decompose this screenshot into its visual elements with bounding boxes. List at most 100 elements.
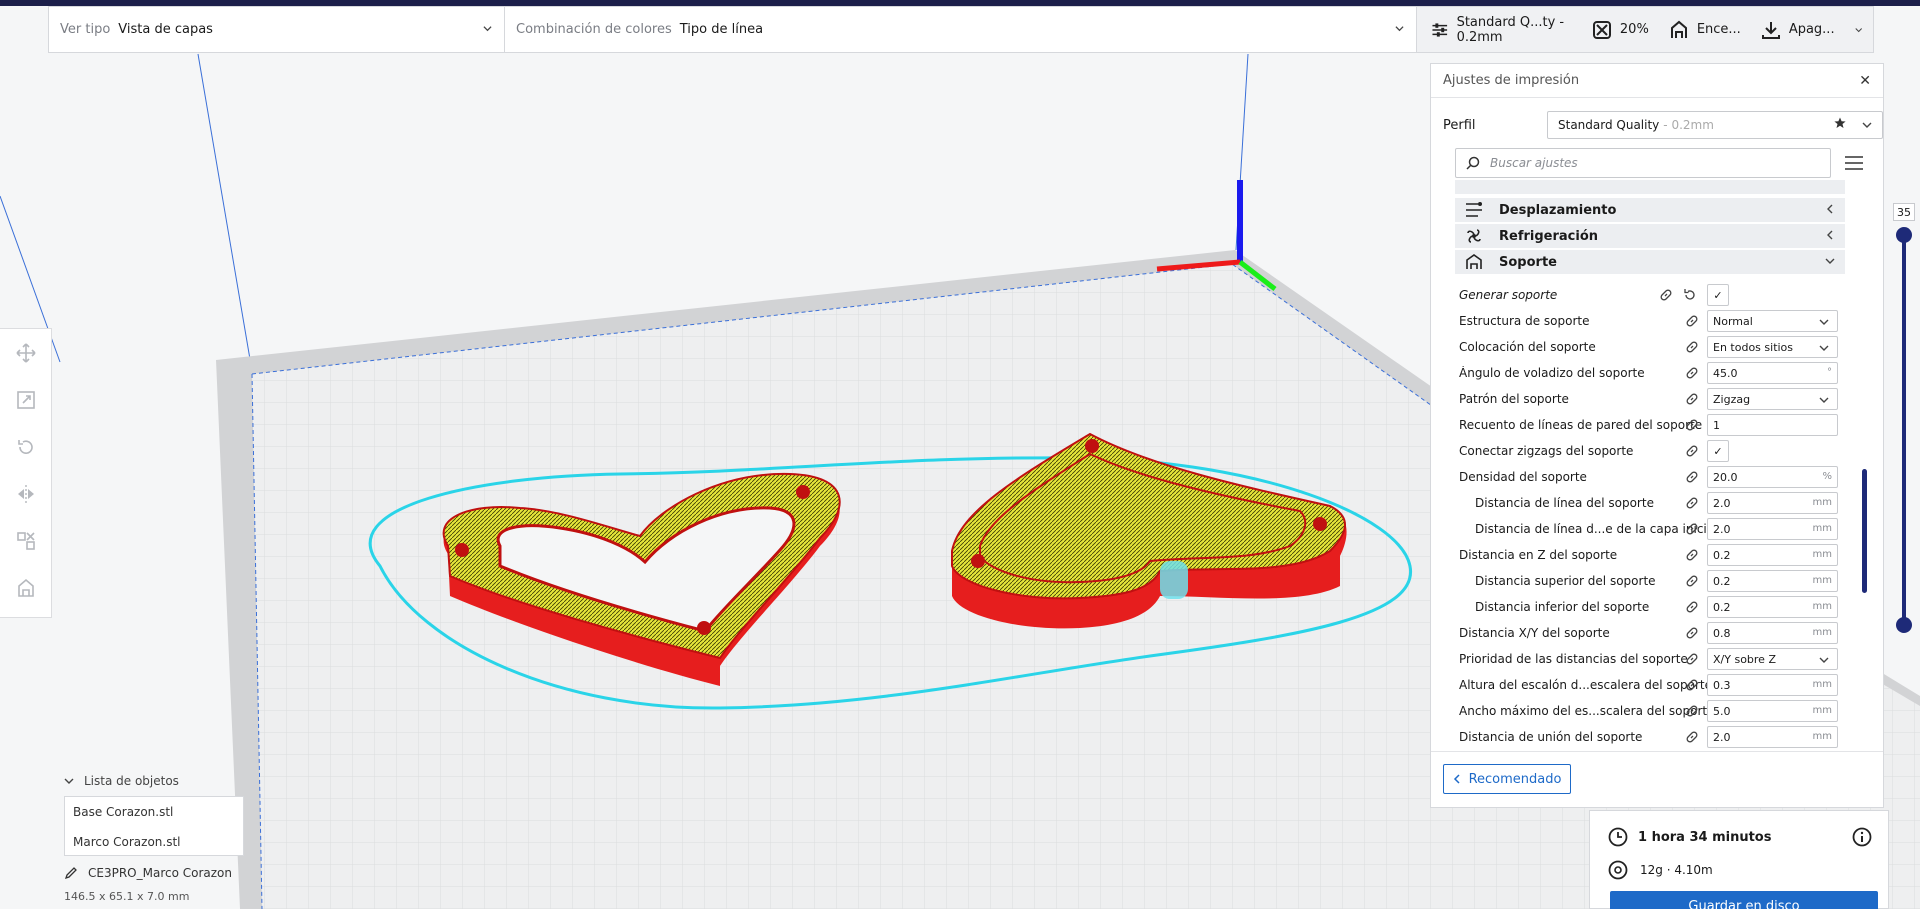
setting-input[interactable]: 1 xyxy=(1707,414,1838,436)
close-icon[interactable]: ✕ xyxy=(1859,73,1871,89)
setting-input[interactable]: 20.0% xyxy=(1707,466,1838,488)
print-settings-panel: Ajustes de impresión ✕ Perfil Standard Q… xyxy=(1430,63,1884,808)
material-usage: 12g · 4.10m xyxy=(1640,863,1713,877)
view-type-dropdown[interactable]: Ver tipo Vista de capas xyxy=(49,7,505,52)
category-support[interactable]: Soporte xyxy=(1455,250,1845,274)
setting-row: Patrón del soporte Zigzag xyxy=(1459,386,1845,412)
setting-dropdown[interactable]: Normal xyxy=(1707,310,1838,332)
link-icon xyxy=(1686,419,1698,431)
save-to-disk-button[interactable]: Guardar en disco xyxy=(1610,891,1878,909)
setting-unit: mm xyxy=(1812,731,1832,742)
chevron-down-icon xyxy=(1862,122,1872,128)
pencil-icon xyxy=(64,867,77,880)
category-cooling[interactable]: Refrigeración xyxy=(1455,224,1845,248)
rotate-tool-button[interactable] xyxy=(14,435,38,459)
profile-value: Standard Quality xyxy=(1558,118,1660,132)
job-name[interactable]: CE3PRO_Marco Corazon xyxy=(64,866,232,880)
settings-menu-icon[interactable] xyxy=(1845,155,1863,171)
chevron-down-icon xyxy=(1819,657,1829,663)
travel-icon xyxy=(1466,202,1482,217)
search-settings-field[interactable]: Buscar ajustes xyxy=(1455,148,1831,178)
fan-icon xyxy=(1467,229,1481,243)
setting-input[interactable]: 0.2 mm xyxy=(1707,596,1838,618)
link-icon xyxy=(1686,549,1698,561)
setting-row: Distancia superior del soporte 0.2 mm xyxy=(1459,568,1845,594)
setting-unit: mm xyxy=(1812,575,1832,586)
layer-slider-track[interactable] xyxy=(1902,235,1906,625)
setting-label: Conectar zigzags del soporte xyxy=(1459,444,1634,458)
chevron-down-icon xyxy=(483,26,492,32)
setting-unit: mm xyxy=(1812,549,1832,560)
setting-input[interactable]: 2.0 mm xyxy=(1707,726,1838,748)
view-type-value: Vista de capas xyxy=(118,22,213,37)
link-icon xyxy=(1686,341,1698,353)
setting-input[interactable]: 45.0 ° xyxy=(1707,362,1838,384)
checkbox[interactable]: ✓ xyxy=(1707,284,1729,306)
job-name-text: CE3PRO_Marco Corazon xyxy=(88,866,232,880)
object-list: Lista de objetos Base Corazon.stl Marco … xyxy=(64,774,244,856)
category-label: Soporte xyxy=(1499,254,1557,270)
print-time-row: 1 hora 34 minutos xyxy=(1608,827,1771,847)
link-icon xyxy=(1686,445,1698,457)
setting-unit: mm xyxy=(1812,523,1832,534)
layer-slider: 35 xyxy=(1893,203,1915,633)
support-summary: Apag... xyxy=(1788,22,1835,37)
category-speed-partial[interactable] xyxy=(1455,180,1845,194)
chevron-down-icon xyxy=(1825,258,1835,264)
setting-input[interactable]: 0.2 mm xyxy=(1707,570,1838,592)
setting-row: Colocación del soporte En todos sitios xyxy=(1459,334,1845,360)
profile-dropdown[interactable]: Standard Quality - 0.2mm xyxy=(1547,111,1883,139)
per-model-icon xyxy=(16,532,35,550)
per-model-settings-button[interactable] xyxy=(14,529,38,553)
scale-tool-button[interactable] xyxy=(14,388,38,412)
setting-input[interactable]: 2.0 mm xyxy=(1707,518,1838,540)
setting-input[interactable]: 0.2 mm xyxy=(1707,544,1838,566)
clock-icon xyxy=(1608,827,1628,847)
link-icon xyxy=(1686,705,1698,717)
spool-icon xyxy=(1608,860,1628,880)
list-item[interactable]: Base Corazon.stl xyxy=(65,797,243,827)
object-list-toggle[interactable]: Lista de objetos xyxy=(64,774,179,788)
checkbox[interactable]: ✓ xyxy=(1707,440,1729,462)
move-icon xyxy=(15,343,36,363)
info-icon[interactable] xyxy=(1852,827,1872,847)
setting-row: Estructura de soporte Normal xyxy=(1459,308,1845,334)
setting-value: 0.8 xyxy=(1713,626,1731,640)
category-travel[interactable]: Desplazamiento xyxy=(1455,198,1845,222)
recommended-button[interactable]: Recomendado xyxy=(1443,764,1571,794)
profile-summary: Standard Q...ty - 0.2mm xyxy=(1456,14,1565,45)
setting-row: Densidad del soporte 20.0% xyxy=(1459,464,1845,490)
layer-slider-bottom-handle[interactable] xyxy=(1896,617,1912,633)
setting-dropdown[interactable]: En todos sitios xyxy=(1707,336,1838,358)
top-settings-bar: Ver tipo Vista de capas Combinación de c… xyxy=(48,6,1874,53)
setting-dropdown[interactable]: X/Y sobre Z xyxy=(1707,648,1838,670)
layer-slider-top-handle[interactable] xyxy=(1896,227,1912,243)
setting-row: Recuento de líneas de pared del soporte … xyxy=(1459,412,1845,438)
setting-value: 2.0 xyxy=(1713,730,1731,744)
link-icon xyxy=(1686,627,1698,639)
setting-dropdown[interactable]: Zigzag xyxy=(1707,388,1838,410)
support-blocker-button[interactable] xyxy=(14,576,38,600)
panel-header: Ajustes de impresión ✕ xyxy=(1431,64,1883,98)
layer-number-field[interactable]: 35 xyxy=(1893,203,1915,221)
mirror-tool-button[interactable] xyxy=(14,482,38,506)
color-scheme-dropdown[interactable]: Combinación de colores Tipo de línea xyxy=(505,7,1417,52)
rotate-icon xyxy=(17,440,33,454)
reset-icon[interactable] xyxy=(1683,288,1697,302)
setting-row: Prioridad de las distancias del soporte … xyxy=(1459,646,1845,672)
link-icon xyxy=(1686,497,1698,509)
setting-row: Distancia inferior del soporte 0.2 mm xyxy=(1459,594,1845,620)
settings-scrollbar[interactable] xyxy=(1862,469,1867,593)
setting-value: 1 xyxy=(1713,418,1720,432)
setting-unit: mm xyxy=(1812,679,1832,690)
link-icon xyxy=(1686,367,1698,379)
chevron-left-icon xyxy=(1453,774,1460,784)
list-item[interactable]: Marco Corazon.stl xyxy=(65,827,243,857)
move-tool-button[interactable] xyxy=(14,341,38,365)
setting-input[interactable]: 2.0 mm xyxy=(1707,492,1838,514)
setting-value: 45.0 xyxy=(1713,366,1738,380)
setting-input[interactable]: 0.8 mm xyxy=(1707,622,1838,644)
setting-input[interactable]: 0.3 mm xyxy=(1707,674,1838,696)
setting-input[interactable]: 5.0 mm xyxy=(1707,700,1838,722)
print-settings-summary-button[interactable]: Standard Q...ty - 0.2mm 20% Ence... Apag… xyxy=(1417,7,1873,52)
